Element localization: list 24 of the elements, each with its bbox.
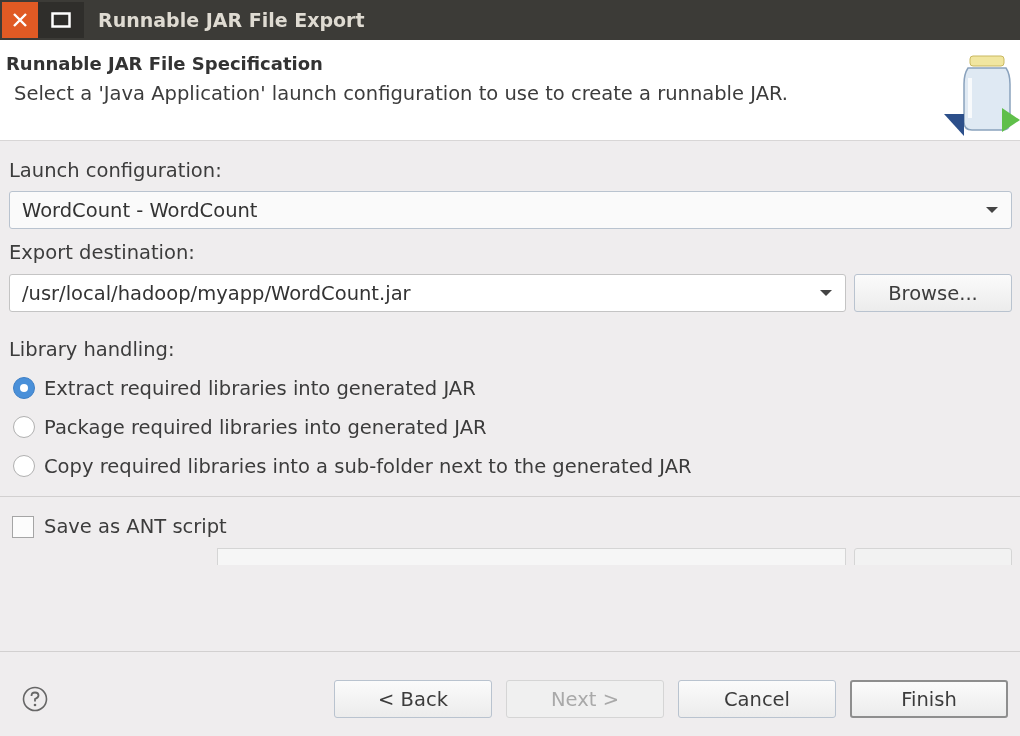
dialog-button[interactable]: Cancel <box>678 680 836 718</box>
field-label: Export destination: <box>9 241 196 264</box>
caret-icon <box>819 289 833 297</box>
close-icon <box>11 11 29 29</box>
dialog-button[interactable]: Finish <box>850 680 1008 718</box>
launch-configuration-dropdown[interactable]: WordCount - WordCount <box>9 191 1012 229</box>
dialog-button[interactable]: < Back <box>334 680 492 718</box>
radio-button[interactable] <box>12 415 36 439</box>
help-icon[interactable] <box>22 686 48 712</box>
section-label: Library handling: <box>9 338 176 361</box>
maximize-icon <box>51 12 71 28</box>
browse-button[interactable]: Browse... <box>854 274 1012 312</box>
field-label: Launch configuration: <box>9 159 223 182</box>
radio-label[interactable]: Copy required libraries into a sub-folder next to the generated JAR <box>44 454 692 478</box>
radio-label[interactable]: Extract required libraries into generated JAR <box>44 376 476 400</box>
window-title: Runnable JAR File Export <box>98 9 365 31</box>
radio-label[interactable]: Package required libraries into generated JAR <box>44 415 487 439</box>
export-destination-combo[interactable]: /usr/local/hadoop/myapp/WordCount.jar <box>9 274 846 312</box>
maximize-button[interactable] <box>38 2 84 38</box>
radio-button[interactable] <box>12 376 36 400</box>
caret-icon <box>985 206 999 214</box>
page-title: Runnable JAR File Specification <box>6 53 324 74</box>
page-description: Select a 'Java Application' launch configuration to use to create a runnable JAR. <box>14 82 789 105</box>
radio-button[interactable] <box>12 454 36 478</box>
